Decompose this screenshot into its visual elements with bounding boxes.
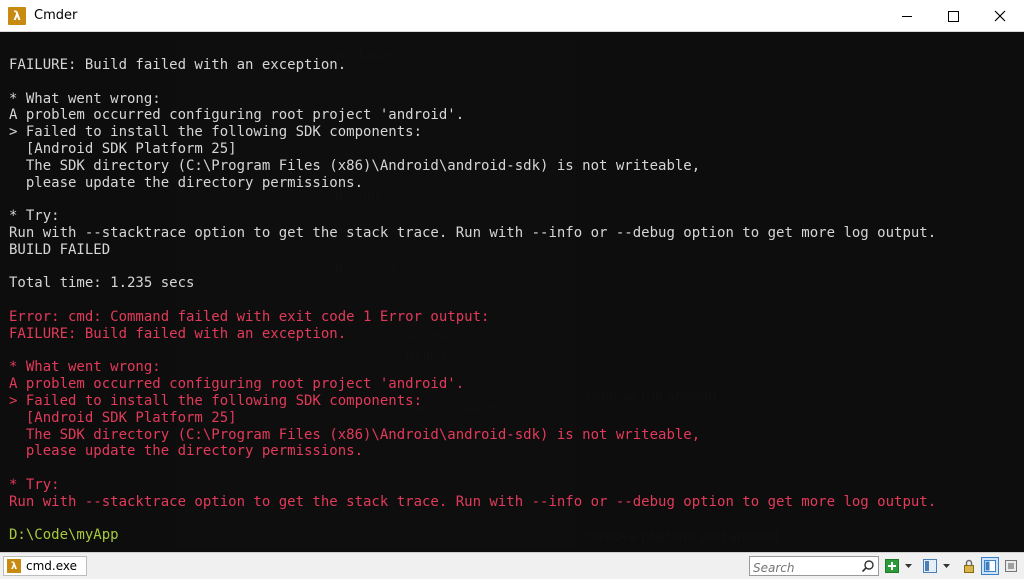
lock-icon (964, 559, 974, 573)
split-icon (984, 560, 996, 572)
maximize-button[interactable] (930, 0, 976, 32)
menu-button[interactable] (1002, 557, 1020, 575)
view-button[interactable] (921, 557, 939, 575)
lambda-icon: λ (7, 559, 21, 573)
console-line: FAILURE: Build failed with an exception. (9, 325, 347, 342)
console-line: * Try: (9, 476, 60, 493)
view-icon (923, 559, 937, 573)
console-line: * Try: (9, 208, 60, 225)
new-console-icon (885, 559, 899, 573)
console-line: BUILD FAILED (9, 241, 111, 258)
new-console-dropdown[interactable] (902, 557, 914, 575)
console-line: please update the directory permissions. (9, 443, 364, 460)
console-line: The SDK directory (C:\Program Files (x86… (9, 426, 701, 443)
console-line: Run with --stacktrace option to get the … (9, 224, 937, 241)
console-line: Run with --stacktrace option to get the … (9, 493, 937, 510)
console-output[interactable]: FAILURE: Build failed with an exception.… (0, 32, 1024, 552)
view-dropdown[interactable] (940, 557, 952, 575)
tab-label: cmd.exe (26, 559, 78, 573)
console-line: * What went wrong: (9, 90, 161, 107)
lock-button[interactable] (960, 557, 978, 575)
search-input[interactable] (750, 559, 863, 577)
console-line: Total time: 1.235 secs (9, 275, 195, 292)
console-line: [Android SDK Platform 25] (9, 140, 237, 157)
menu-icon (1005, 560, 1017, 572)
console-line: A problem occurred configuring root proj… (9, 376, 465, 393)
close-button[interactable] (977, 0, 1023, 32)
minimize-button[interactable] (884, 0, 930, 32)
dropdown-icon (904, 563, 912, 568)
console-line: > Failed to install the following SDK co… (9, 124, 423, 141)
console-lines: FAILURE: Build failed with an exception.… (9, 57, 1024, 544)
console-line: Error: cmd: Command failed with exit cod… (9, 308, 490, 325)
search-icon[interactable] (861, 559, 875, 573)
console-line: > Failed to install the following SDK co… (9, 392, 423, 409)
status-bar: λ cmd.exe (0, 552, 1024, 579)
split-button[interactable] (981, 557, 999, 575)
dropdown-icon (942, 563, 950, 568)
minimize-icon (902, 15, 912, 17)
console-line: A problem occurred configuring root proj… (9, 107, 465, 124)
maximize-icon (947, 10, 959, 22)
console-tab[interactable]: λ cmd.exe (3, 556, 87, 576)
close-icon (994, 10, 1006, 22)
window-title: Cmder (34, 8, 78, 23)
console-line: [Android SDK Platform 25] (9, 409, 237, 426)
title-bar: λ Cmder (0, 0, 1024, 32)
console-line: FAILURE: Build failed with an exception. (9, 57, 347, 73)
console-line: The SDK directory (C:\Program Files (x86… (9, 157, 701, 174)
search-box[interactable] (749, 556, 879, 577)
new-console-button[interactable] (883, 557, 901, 575)
console-line: D:\Code\myApp (9, 527, 119, 544)
console-line: * What went wrong: (9, 359, 161, 376)
lambda-icon: λ (8, 6, 26, 25)
console-line: please update the directory permissions. (9, 174, 364, 191)
